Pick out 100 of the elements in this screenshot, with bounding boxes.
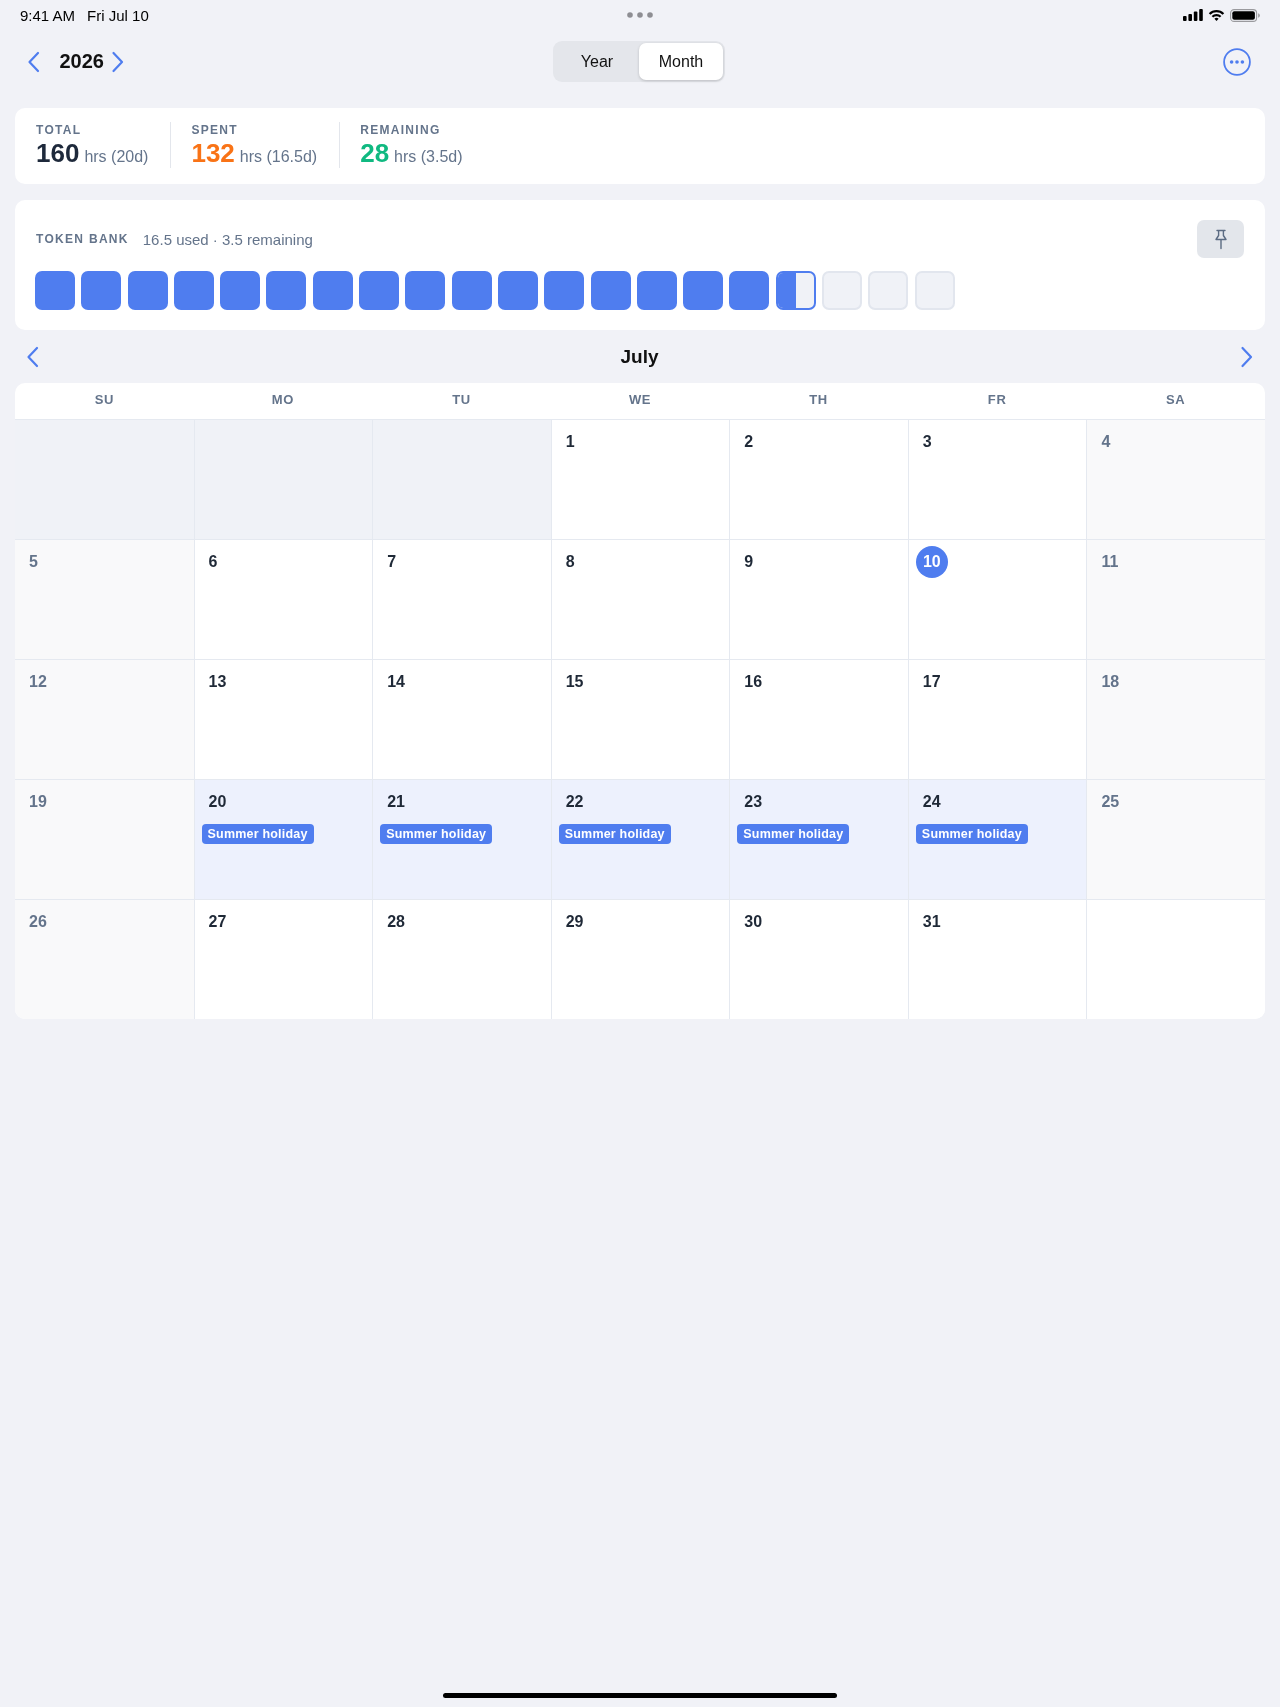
day-cell[interactable]: 28 xyxy=(372,899,551,1019)
day-cell[interactable]: 13 xyxy=(193,659,373,779)
event-tag[interactable]: Summer holiday xyxy=(915,824,1028,844)
more-button[interactable] xyxy=(1223,47,1251,76)
day-cell[interactable]: 26 xyxy=(15,899,194,1019)
stat-unit: hrs (3.5d) xyxy=(394,147,463,167)
used-token xyxy=(590,271,631,310)
day-number: 17 xyxy=(921,672,942,692)
day-cell[interactable]: 18 xyxy=(1086,659,1265,779)
day-number: 15 xyxy=(564,672,585,692)
used-token xyxy=(497,271,538,310)
day-number: 10 xyxy=(915,546,948,578)
day-cell[interactable]: 21 Summer holiday xyxy=(372,779,551,899)
day-number: 1 xyxy=(564,432,576,452)
day-number: 7 xyxy=(386,552,398,572)
day-number: 11 xyxy=(1100,552,1120,572)
day-cell[interactable]: 24 Summer holiday xyxy=(907,779,1087,899)
day-cell[interactable]: 19 xyxy=(15,779,194,899)
day-number: 27 xyxy=(207,912,228,932)
day-number: 21 xyxy=(386,792,406,812)
day-cell[interactable]: 8 xyxy=(550,539,730,659)
weekday-label: MO xyxy=(271,392,294,408)
previous-year-button[interactable] xyxy=(27,50,41,73)
view-tab[interactable]: Month xyxy=(639,43,723,80)
event-tag[interactable]: Summer holiday xyxy=(737,824,850,844)
day-cell[interactable]: 16 xyxy=(729,659,908,779)
stat-value: 28 xyxy=(360,138,390,168)
day-cell[interactable]: 27 xyxy=(193,899,373,1019)
token-bank-title: TOKEN BANK xyxy=(36,232,129,246)
event-tag[interactable]: Summer holiday xyxy=(558,824,671,844)
used-token xyxy=(35,271,75,310)
view-tab[interactable]: Year xyxy=(555,43,639,80)
day-cell[interactable]: 30 xyxy=(729,899,908,1019)
unused-token xyxy=(914,271,955,310)
day-cell[interactable]: 5 xyxy=(15,539,194,659)
previous-month-button[interactable] xyxy=(26,346,40,368)
weekday-label: WE xyxy=(628,392,652,408)
day-number: 22 xyxy=(564,792,585,812)
day-number: 18 xyxy=(1100,672,1121,692)
day-cell[interactable]: 6 xyxy=(193,539,373,659)
day-number: 20 xyxy=(207,792,228,812)
used-token xyxy=(544,271,585,310)
day-cell[interactable]: 9 xyxy=(729,539,908,659)
pin-icon xyxy=(1213,228,1228,250)
weekday-label: FR xyxy=(987,392,1007,408)
day-number: 19 xyxy=(28,792,48,812)
day-number: 5 xyxy=(28,552,39,572)
stat-unit: hrs (20d) xyxy=(84,147,149,167)
day-cell[interactable]: 14 xyxy=(372,659,551,779)
event-tag[interactable]: Summer holiday xyxy=(380,824,493,844)
day-number: 14 xyxy=(386,672,406,692)
weekday-label: TU xyxy=(452,392,471,408)
next-month-button[interactable] xyxy=(1239,346,1253,368)
day-cell[interactable]: 25 xyxy=(1086,779,1265,899)
day-number: 29 xyxy=(564,912,585,932)
day-number: 6 xyxy=(207,552,219,572)
day-cell[interactable]: 2 xyxy=(729,419,908,539)
status-date: Fri Jul 10 xyxy=(87,6,149,24)
used-token xyxy=(81,271,122,310)
day-cell[interactable]: 23 Summer holiday xyxy=(729,779,908,899)
day-number: 24 xyxy=(921,792,942,812)
day-number: 4 xyxy=(1100,432,1112,452)
stat-value: 160 xyxy=(36,138,80,168)
day-cell[interactable]: 29 xyxy=(550,899,730,1019)
day-cell[interactable]: 22 Summer holiday xyxy=(550,779,730,899)
day-cell[interactable]: 20 Summer holiday xyxy=(193,779,373,899)
stat-label: SPENT xyxy=(191,122,239,138)
day-cell[interactable]: 1 xyxy=(550,419,730,539)
chevron-right-icon xyxy=(1239,346,1253,368)
next-year-button[interactable] xyxy=(111,50,125,73)
used-token xyxy=(220,271,261,310)
day-cell[interactable]: 4 xyxy=(1086,419,1265,539)
used-token xyxy=(683,271,724,310)
unused-token xyxy=(822,271,863,310)
day-number: 16 xyxy=(743,672,764,692)
event-tag[interactable]: Summer holiday xyxy=(201,824,314,844)
used-token xyxy=(127,271,168,310)
day-cell[interactable]: 10 xyxy=(907,539,1087,659)
used-token xyxy=(359,271,400,310)
day-number: 31 xyxy=(921,912,942,932)
day-cell[interactable]: 31 xyxy=(907,899,1087,1019)
used-token xyxy=(173,271,214,310)
ellipsis-icon[interactable] xyxy=(627,12,653,18)
day-cell[interactable]: 3 xyxy=(907,419,1087,539)
token-bank-caption: 16.5 used · 3.5 remaining xyxy=(142,230,313,248)
used-token xyxy=(405,271,446,310)
used-token xyxy=(266,271,307,310)
day-number: 30 xyxy=(743,912,764,932)
battery-icon xyxy=(1230,8,1260,22)
day-cell[interactable]: 7 xyxy=(372,539,551,659)
status-time: 9:41 AM xyxy=(20,6,76,24)
used-token xyxy=(451,271,492,310)
day-number: 9 xyxy=(743,552,755,572)
pin-button[interactable] xyxy=(1197,220,1244,258)
day-cell[interactable]: 11 xyxy=(1086,539,1265,659)
day-cell[interactable]: 17 xyxy=(907,659,1087,779)
used-token xyxy=(636,271,677,310)
day-cell[interactable]: 15 xyxy=(550,659,730,779)
day-cell[interactable]: 12 xyxy=(15,659,194,779)
day-number: 8 xyxy=(564,552,576,572)
